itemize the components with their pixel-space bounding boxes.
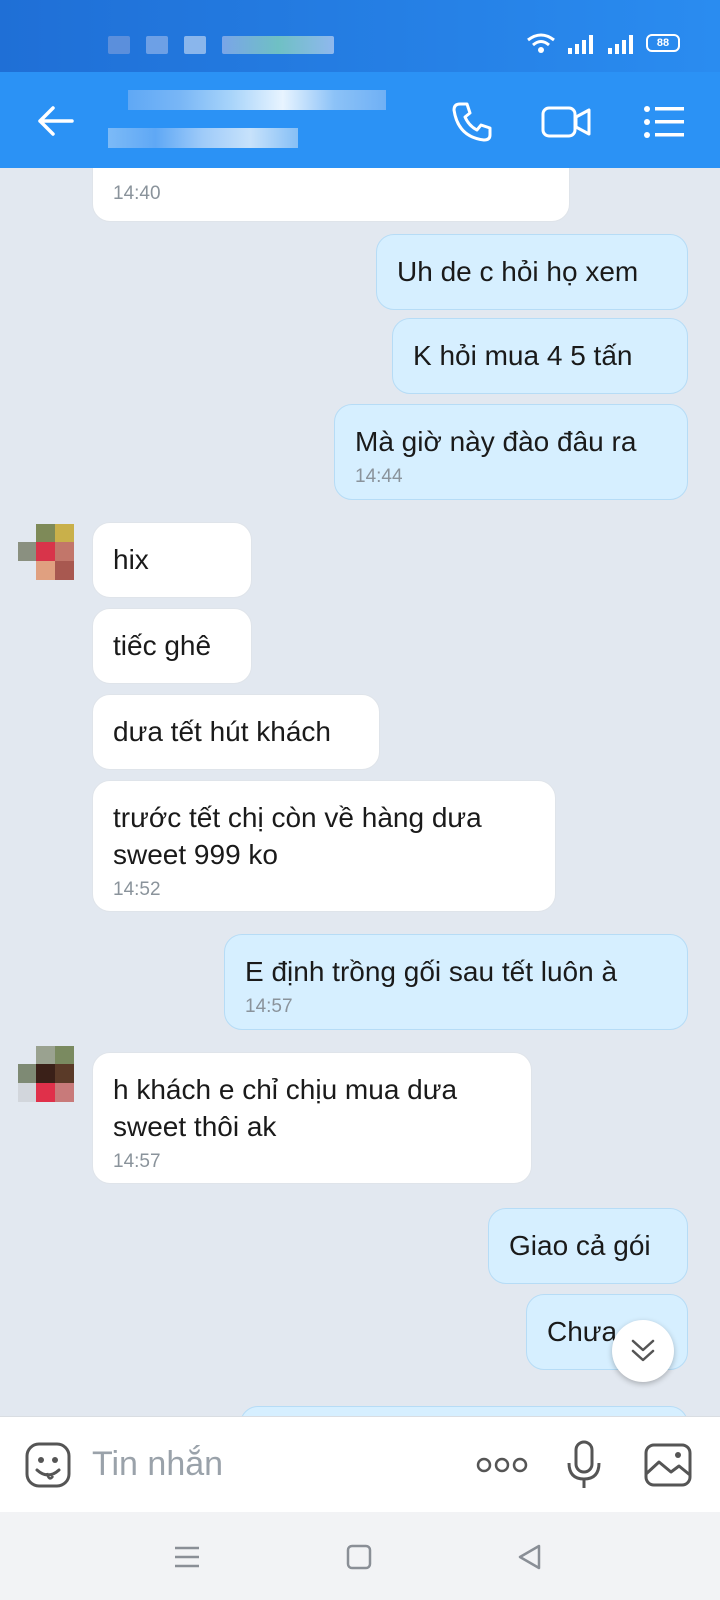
list-menu-icon — [644, 106, 684, 138]
message-bubble-incoming[interactable]: hix — [92, 522, 252, 598]
more-dots-icon — [476, 1457, 528, 1473]
message-time: 14:44 — [355, 466, 403, 487]
message-text: K hỏi mua 4 5 tấn — [413, 340, 633, 371]
message-bubble-incoming[interactable]: dưa tết hút khách — [92, 694, 380, 770]
image-picker-button[interactable] — [640, 1437, 696, 1493]
sticker-smiley-icon — [25, 1442, 71, 1488]
triangle-back-icon — [518, 1544, 541, 1570]
recent-apps-button[interactable] — [162, 1532, 212, 1582]
more-button[interactable] — [472, 1437, 532, 1493]
status-notification-icons — [184, 36, 206, 54]
video-camera-icon — [541, 106, 591, 138]
signal-icon — [608, 35, 633, 54]
back-nav-button[interactable] — [504, 1532, 554, 1582]
message-text: Giao cả gói — [509, 1230, 651, 1261]
message-text: dưa tết hút khách — [113, 716, 331, 747]
message-text: h khách e chỉ chịu mua dưa sweet thôi ak — [113, 1074, 458, 1142]
menu-lines-icon — [175, 1546, 199, 1568]
status-notification-icons — [222, 36, 334, 54]
back-button[interactable] — [30, 96, 80, 146]
microphone-icon — [567, 1440, 601, 1488]
wifi-icon — [527, 33, 555, 53]
message-input[interactable]: Tin nhắn — [92, 1445, 223, 1484]
message-bubble-incoming[interactable]: h khách e chỉ chịu mua dưa sweet thôi ak… — [92, 1052, 532, 1184]
message-bubble-outgoing[interactable] — [240, 1406, 688, 1416]
avatar[interactable] — [18, 524, 76, 582]
message-time: 14:57 — [113, 1151, 161, 1172]
emoji-button[interactable] — [20, 1437, 76, 1493]
status-notification-icons — [108, 36, 130, 54]
contact-status-blurred — [108, 128, 298, 148]
message-time: 14:57 — [245, 996, 293, 1017]
voice-record-button[interactable] — [556, 1437, 612, 1493]
message-bubble-incoming[interactable]: 14:40 — [92, 168, 570, 222]
video-call-button[interactable] — [538, 94, 594, 150]
message-time: 14:52 — [113, 879, 161, 900]
chat-header — [0, 72, 720, 168]
message-input-bar: Tin nhắn — [0, 1416, 720, 1512]
message-bubble-outgoing[interactable]: Giao cả gói — [488, 1208, 688, 1284]
signal-icon — [568, 35, 593, 54]
avatar[interactable] — [18, 1046, 76, 1104]
message-text: tiếc ghê — [113, 630, 212, 661]
menu-button[interactable] — [636, 94, 692, 150]
double-chevron-down-icon — [631, 1339, 655, 1362]
message-text: hix — [113, 544, 149, 575]
message-text: Chưa — [547, 1316, 618, 1347]
battery-indicator: 88 — [646, 34, 680, 52]
message-list[interactable]: 14:40 Uh de c hỏi họ xem K hỏi mua 4 5 t… — [0, 168, 720, 1416]
contact-name-blurred[interactable] — [128, 90, 386, 110]
call-button[interactable] — [444, 94, 500, 150]
message-bubble-incoming[interactable]: trước tết chị còn về hàng dưa sweet 999 … — [92, 780, 556, 912]
arrow-left-icon — [38, 106, 74, 136]
message-text: E định trồng gối sau tết luôn à — [245, 956, 618, 987]
system-nav-bar — [0, 1512, 720, 1600]
status-right-group: 88 — [526, 32, 680, 54]
message-bubble-incoming[interactable]: tiếc ghê — [92, 608, 252, 684]
message-text: Uh de c hỏi họ xem — [397, 256, 639, 287]
home-button[interactable] — [334, 1532, 384, 1582]
status-notification-icons — [146, 36, 168, 54]
message-text: Mà giờ này đào đâu ra — [355, 426, 637, 457]
image-gallery-icon — [644, 1443, 692, 1487]
message-time: 14:40 — [113, 183, 161, 204]
message-bubble-outgoing[interactable]: E định trồng gối sau tết luôn à 14:57 — [224, 934, 688, 1030]
phone-icon — [452, 102, 492, 142]
message-text: trước tết chị còn về hàng dưa sweet 999 … — [113, 802, 482, 870]
message-bubble-outgoing[interactable]: K hỏi mua 4 5 tấn — [392, 318, 688, 394]
message-bubble-outgoing[interactable]: Uh de c hỏi họ xem — [376, 234, 688, 310]
message-bubble-outgoing[interactable]: Mà giờ này đào đâu ra 14:44 — [334, 404, 688, 500]
scroll-to-bottom-button[interactable] — [612, 1320, 674, 1382]
status-bar: 88 — [0, 0, 720, 72]
square-icon — [346, 1544, 372, 1570]
